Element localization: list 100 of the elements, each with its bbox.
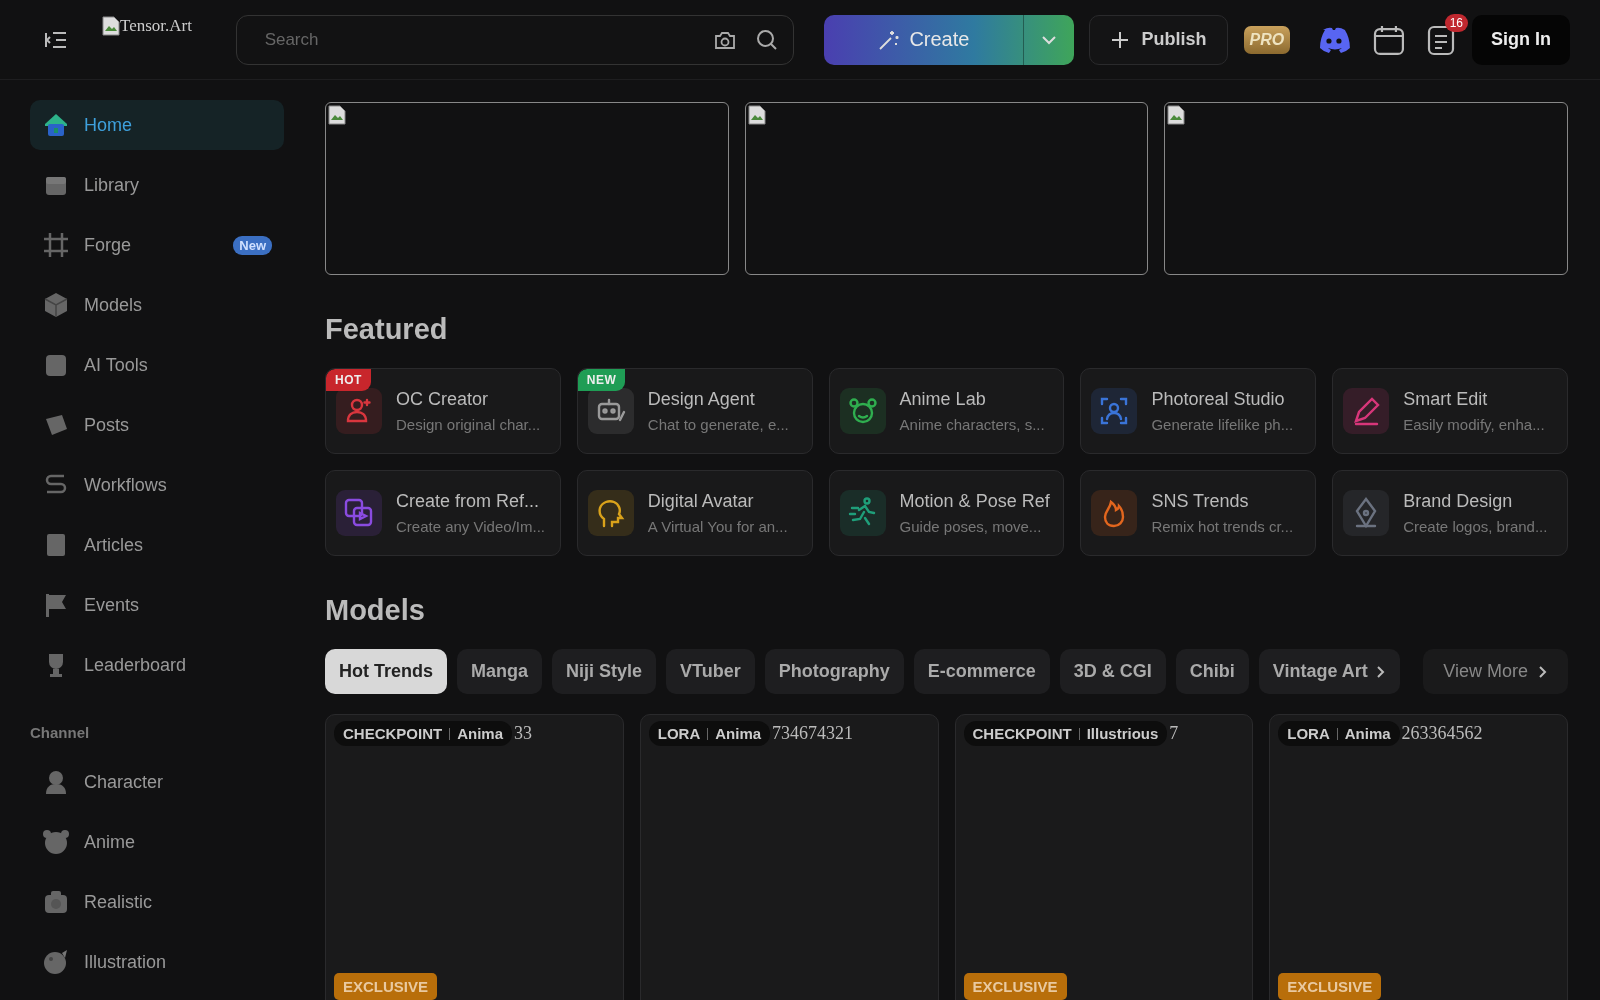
category-tab[interactable]: Niji Style (552, 649, 657, 694)
view-more-button[interactable]: View More (1423, 649, 1568, 694)
home-icon (42, 111, 70, 139)
camera-icon (42, 888, 70, 916)
image-alt-text: 734674321 (772, 723, 854, 744)
model-type: LORA (657, 725, 701, 742)
feature-card[interactable]: Anime Lab Anime characters, s... (828, 368, 1065, 454)
category-tab[interactable]: VTuber (666, 649, 755, 694)
feature-description: Create any Video/Im... (396, 518, 545, 535)
sidebar-item[interactable]: Events (30, 580, 284, 630)
feature-card[interactable]: Create from Ref... Create any Video/Im... (325, 470, 561, 556)
bear-face-icon (42, 828, 70, 856)
model-type: CHECKPOINT (343, 725, 443, 742)
feature-card[interactable]: Design Agent Chat to generate, e... NEW (576, 368, 813, 454)
feature-title: Photoreal Studio (1151, 389, 1286, 410)
channel-item[interactable]: Character (30, 757, 284, 807)
base-model: Illustrious (1086, 725, 1159, 742)
category-tab[interactable]: 3D & CGI (1059, 649, 1166, 694)
search-input[interactable]: Search (262, 28, 696, 51)
channel-heading: Channel (30, 724, 91, 741)
feature-title: Anime Lab (899, 389, 987, 410)
plus-icon (1109, 29, 1130, 50)
sidebar-item[interactable]: Library (30, 160, 284, 210)
feature-card[interactable]: OC Creator Design original char... HOT (325, 368, 561, 454)
feature-description: Remix hot trends cr... (1151, 518, 1294, 535)
broken-image-icon (1167, 105, 1186, 125)
sidebar-item[interactable]: Home (30, 100, 284, 150)
new-badge: NEW (577, 369, 626, 391)
feature-title: Brand Design (1403, 491, 1514, 512)
palette-icon (42, 948, 70, 976)
broken-image-icon (747, 105, 766, 125)
model-card[interactable]: LORA Anima 734674321 (639, 714, 939, 1000)
image-alt-text: 263364562 (1401, 723, 1483, 744)
category-tab[interactable]: Photography (764, 649, 904, 694)
sidebar-item[interactable]: AI Tools (30, 340, 284, 390)
channel-item[interactable]: Anime (30, 817, 284, 867)
category-tab[interactable]: E-commerce (913, 649, 1050, 694)
broken-image-icon (102, 16, 120, 36)
feature-card[interactable]: Smart Edit Easily modify, enha... (1332, 368, 1568, 454)
model-card[interactable]: CHECKPOINT Illustrious 7 EXCLUSIVE (954, 714, 1254, 1000)
model-type: LORA (1287, 725, 1330, 742)
category-tab[interactable]: Hot Trends (325, 649, 447, 694)
model-card[interactable]: CHECKPOINT Anima 33 EXCLUSIVE (325, 714, 624, 1000)
base-model: Anima (457, 725, 503, 742)
banner-image-frame[interactable] (325, 102, 729, 275)
exclusive-badge: EXCLUSIVE (334, 973, 438, 1000)
feature-title: SNS Trends (1151, 491, 1250, 512)
base-model: Anima (1344, 725, 1391, 742)
grid-frame-icon (42, 231, 70, 259)
image-alt-text: 33 (514, 723, 532, 744)
logo-alt-text: Tensor.Art (120, 16, 192, 36)
feature-title: Smart Edit (1403, 389, 1489, 410)
notification-count: 16 (1444, 13, 1468, 32)
new-badge: New (233, 235, 272, 255)
feature-description: Anime characters, s... (899, 416, 1045, 433)
chevron-right-icon[interactable] (1375, 664, 1386, 679)
publish-button[interactable]: Publish (1088, 14, 1228, 65)
sidebar-item[interactable]: Models (30, 280, 284, 330)
feature-description: Design original char... (396, 416, 541, 433)
chevron-right-icon (1538, 664, 1548, 679)
hot-badge: HOT (326, 369, 371, 391)
feature-description: Guide poses, move... (899, 518, 1043, 535)
feature-description: Create logos, brand... (1403, 518, 1548, 535)
feature-card[interactable]: SNS Trends Remix hot trends cr... (1080, 470, 1317, 556)
calendar-icon[interactable] (1372, 23, 1406, 56)
feature-card[interactable]: Brand Design Create logos, brand... (1332, 470, 1568, 556)
banner-image-frame[interactable] (1164, 102, 1568, 275)
broken-image-icon (328, 105, 346, 125)
chevron-down-icon (1040, 34, 1057, 45)
exclusive-badge: EXCLUSIVE (1278, 973, 1382, 1000)
feature-title: Design Agent (647, 389, 756, 410)
sidebar-item[interactable]: Articles (30, 520, 284, 570)
sidebar-item[interactable]: Workflows (30, 460, 284, 510)
logo-link[interactable]: Tensor.Art (102, 16, 236, 36)
feature-description: Easily modify, enha... (1403, 416, 1545, 433)
category-tab[interactable]: Chibi (1175, 649, 1249, 694)
sidebar-item[interactable]: Leaderboard (30, 640, 284, 690)
sidebar-item[interactable]: Posts (30, 400, 284, 450)
feature-title: Digital Avatar (647, 491, 755, 512)
feature-title: Motion & Pose Ref (899, 491, 1050, 512)
sidebar-item[interactable]: Forge New (30, 220, 284, 270)
banner-image-frame[interactable] (744, 102, 1149, 275)
base-model: Anima (715, 725, 762, 742)
feature-description: Generate lifelike ph... (1151, 416, 1294, 433)
feature-description: Chat to generate, e... (647, 416, 789, 433)
feature-description: A Virtual You for an... (647, 518, 788, 535)
model-type: CHECKPOINT (972, 725, 1072, 742)
section-title: Featured (325, 313, 449, 346)
channel-item[interactable]: Realistic (30, 877, 284, 927)
image-alt-text: 7 (1169, 723, 1179, 744)
sign-in-button[interactable]: Sign In (1472, 14, 1570, 65)
category-tab[interactable]: Vintage Art (1258, 649, 1400, 694)
exclusive-badge: EXCLUSIVE (963, 973, 1067, 1000)
feature-card[interactable]: Motion & Pose Ref Guide poses, move... (828, 470, 1065, 556)
search-field[interactable]: Search (235, 14, 795, 65)
model-card[interactable]: LORA Anima 263364562 EXCLUSIVE (1269, 714, 1568, 1000)
channel-item[interactable]: Illustration (30, 937, 284, 987)
category-tab[interactable]: Manga (457, 649, 543, 694)
feature-card[interactable]: Photoreal Studio Generate lifelike ph... (1080, 368, 1317, 454)
feature-card[interactable]: Digital Avatar A Virtual You for an... (576, 470, 813, 556)
